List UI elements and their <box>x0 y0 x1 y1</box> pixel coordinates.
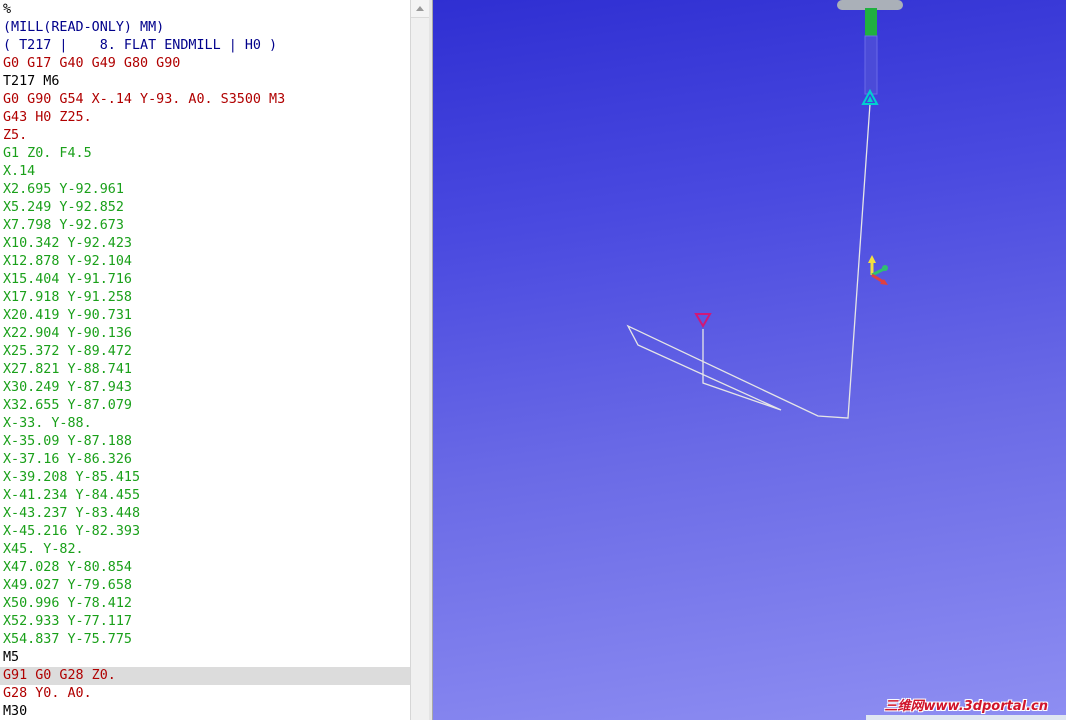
simulation-viewport[interactable] <box>433 0 1066 720</box>
code-line[interactable]: X2.695 Y-92.961 <box>3 181 410 199</box>
code-line[interactable]: G0 G90 G54 X-.14 Y-93. A0. S3500 M3 <box>3 91 410 109</box>
code-line[interactable]: X30.249 Y-87.943 <box>3 379 410 397</box>
code-line[interactable]: X-35.09 Y-87.188 <box>3 433 410 451</box>
code-line[interactable]: X25.372 Y-89.472 <box>3 343 410 361</box>
code-line[interactable]: X-33. Y-88. <box>3 415 410 433</box>
code-line[interactable]: X-39.208 Y-85.415 <box>3 469 410 487</box>
code-line[interactable]: M30 <box>3 703 410 720</box>
code-line[interactable]: X-45.216 Y-82.393 <box>3 523 410 541</box>
code-line[interactable]: X32.655 Y-87.079 <box>3 397 410 415</box>
gcode-lines: % (MILL(READ-ONLY) MM)( T217 | 8. FLAT EN… <box>0 1 410 720</box>
code-line[interactable]: X47.028 Y-80.854 <box>3 559 410 577</box>
editor-scrollbar[interactable] <box>410 0 429 720</box>
scroll-up-button[interactable] <box>411 0 429 18</box>
code-line[interactable]: X7.798 Y-92.673 <box>3 217 410 235</box>
code-line[interactable]: G43 H0 Z25. <box>3 109 410 127</box>
code-line[interactable]: G91 G0 G28 Z0. <box>0 667 410 685</box>
code-line[interactable]: X54.837 Y-75.775 <box>3 631 410 649</box>
code-line[interactable]: X50.996 Y-78.412 <box>3 595 410 613</box>
axis-triad-icon <box>868 255 888 285</box>
viewport-bottom-strip <box>866 715 1066 720</box>
code-line[interactable]: X-41.234 Y-84.455 <box>3 487 410 505</box>
code-line[interactable]: X12.878 Y-92.104 <box>3 253 410 271</box>
code-line[interactable]: (MILL(READ-ONLY) MM) <box>3 19 410 37</box>
code-line[interactable]: X27.821 Y-88.741 <box>3 361 410 379</box>
tool-holder-icon <box>837 0 903 95</box>
code-line[interactable]: X10.342 Y-92.423 <box>3 235 410 253</box>
code-line[interactable]: M5 <box>3 649 410 667</box>
program-origin-marker-icon <box>694 313 712 328</box>
code-line[interactable]: X5.249 Y-92.852 <box>3 199 410 217</box>
code-line[interactable]: G28 Y0. A0. <box>3 685 410 703</box>
code-line[interactable]: X45. Y-82. <box>3 541 410 559</box>
code-line[interactable]: X22.904 Y-90.136 <box>3 325 410 343</box>
code-line[interactable]: X.14 <box>3 163 410 181</box>
watermark: 三维网www.3dportal.cn <box>884 699 1048 714</box>
toolpath-lines <box>626 103 871 419</box>
code-line[interactable]: X15.404 Y-91.716 <box>3 271 410 289</box>
code-line[interactable]: X20.419 Y-90.731 <box>3 307 410 325</box>
code-line[interactable]: % <box>3 1 410 19</box>
code-line[interactable]: G0 G17 G40 G49 G80 G90 <box>3 55 410 73</box>
code-line[interactable]: X52.933 Y-77.117 <box>3 613 410 631</box>
gcode-editor[interactable]: % (MILL(READ-ONLY) MM)( T217 | 8. FLAT EN… <box>0 0 410 720</box>
code-line[interactable]: X-43.237 Y-83.448 <box>3 505 410 523</box>
code-line[interactable]: X49.027 Y-79.658 <box>3 577 410 595</box>
code-line[interactable]: X-37.16 Y-86.326 <box>3 451 410 469</box>
code-line[interactable]: G1 Z0. F4.5 <box>3 145 410 163</box>
code-line[interactable]: Z5. <box>3 127 410 145</box>
code-line[interactable]: X17.918 Y-91.258 <box>3 289 410 307</box>
code-line[interactable]: ( T217 | 8. FLAT ENDMILL | H0 ) <box>3 37 410 55</box>
code-line[interactable]: T217 M6 <box>3 73 410 91</box>
toolpath-canvas <box>626 0 903 419</box>
